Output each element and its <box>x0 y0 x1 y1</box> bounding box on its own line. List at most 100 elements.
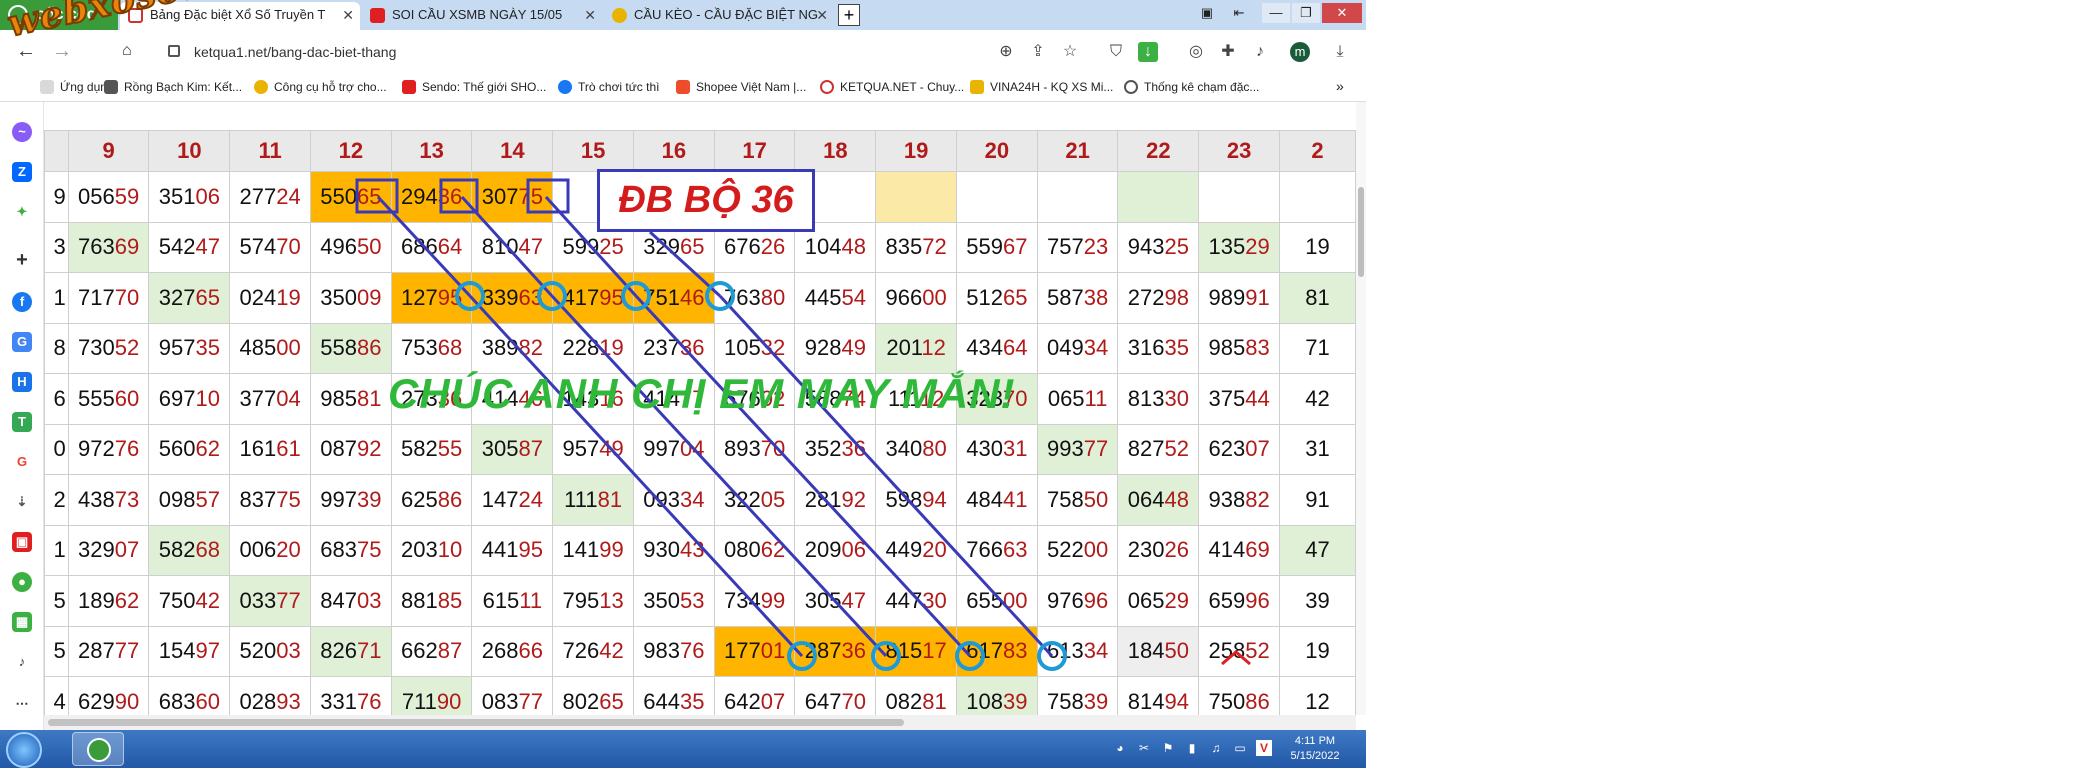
prize-tail-digits: 24 <box>276 183 301 209</box>
extension-coccoc-icon[interactable]: ◎ <box>1186 42 1206 62</box>
prize-cell: 72642 <box>552 625 634 677</box>
prize-tail-digits: 36 <box>841 436 866 462</box>
prize-head-digits: 417 <box>562 284 600 310</box>
forward-arrow-icon[interactable]: → <box>52 40 72 63</box>
taskbar-coccoc-app[interactable] <box>72 732 124 766</box>
bookmark-item[interactable]: Rồng Bạch Kim: Kết... <box>104 80 242 94</box>
tray-tools-icon[interactable]: ✂ <box>1136 740 1152 756</box>
header-cell: 18 <box>794 130 877 172</box>
vertical-scrollbar[interactable] <box>1356 102 1366 715</box>
tray-volume-icon[interactable]: ♫ <box>1208 740 1224 756</box>
bookmark-item[interactable]: VINA24H - KQ XS Mi... <box>970 80 1113 94</box>
close-tab-icon[interactable]: ✕ <box>816 2 828 28</box>
horizontal-scrollbar[interactable] <box>44 715 1356 730</box>
prize-head-digits: 683 <box>320 537 357 563</box>
tray-globe-icon[interactable]: ◕ <box>1112 740 1128 756</box>
more-bookmarks-icon[interactable]: » <box>1336 78 1344 94</box>
restore-icon[interactable]: ❐ <box>1292 3 1320 23</box>
screenshot-icon[interactable]: ▣ <box>1196 3 1218 23</box>
prize-head-digits: 795 <box>562 587 600 613</box>
download-manager-icon[interactable]: ↓ <box>1138 42 1158 62</box>
prize-tail-digits: 62 <box>114 587 140 613</box>
extensions-puzzle-icon[interactable]: ✚ <box>1218 42 1238 62</box>
system-clock[interactable]: 4:11 PM 5/15/2022 <box>1285 734 1345 764</box>
bookmark-star-icon[interactable]: ☆ <box>1060 42 1080 62</box>
prize-head-digits: 438 <box>78 486 115 512</box>
bookmark-item[interactable]: Trò chơi tức thì <box>558 80 659 94</box>
bookmark-item[interactable]: Ứng dụng <box>40 80 114 94</box>
prize-head-digits: 434 <box>966 335 1003 361</box>
prize-cell: 79513 <box>552 575 634 627</box>
prize-tail-digits: 04 <box>276 385 301 411</box>
row-edge-cell: 0 <box>44 423 69 475</box>
tray-flag-icon[interactable]: ⚑ <box>1160 740 1176 756</box>
prize-head-digits: 141 <box>562 537 600 563</box>
row-edge-cell: 1 <box>44 272 69 324</box>
new-tab-button[interactable]: + <box>838 4 860 26</box>
prize-head-digits: 277 <box>239 183 277 209</box>
bookmark-item[interactable]: Công cụ hỗ trợ cho... <box>254 80 387 94</box>
close-window-icon[interactable]: ✕ <box>1322 3 1362 23</box>
map-pin-icon[interactable]: ● <box>12 572 32 592</box>
prize-head-digits: 201 <box>886 335 922 361</box>
shopping-icon[interactable]: ▣ <box>12 532 32 552</box>
bookmark-item[interactable]: Thống kê chạm đặc... <box>1124 80 1259 94</box>
bookmark-item[interactable]: Sendo: Thế giới SHO... <box>402 80 546 94</box>
prize-head-digits: 753 <box>401 335 438 361</box>
t-app-icon[interactable]: T <box>12 412 32 432</box>
prize-head-digits: 331 <box>320 688 357 714</box>
more-icon[interactable]: ⋯ <box>12 694 32 714</box>
prize-cell: 20112 <box>875 322 957 374</box>
prize-tail-digits: 01 <box>760 638 786 664</box>
home-icon[interactable]: ⌂ <box>122 42 132 60</box>
prize-cell: 75368 <box>390 322 473 374</box>
facebook-icon[interactable]: f <box>12 292 32 312</box>
messenger-icon[interactable]: ~ <box>12 122 32 142</box>
profile-avatar[interactable]: m <box>1290 42 1310 62</box>
prize-tail-digits: 03 <box>276 638 301 664</box>
prize-cell: 44554 <box>794 272 877 324</box>
scrollbar-thumb[interactable] <box>48 719 904 726</box>
bookmark-item[interactable]: Shopee Việt Nam |... <box>676 80 806 94</box>
share-icon[interactable]: ⇪ <box>1028 42 1048 62</box>
prize-head-digits: 647 <box>804 688 842 714</box>
downloads-icon[interactable]: ⤓ <box>1330 42 1350 62</box>
h-app-icon[interactable]: H <box>12 372 32 392</box>
tab-soi-cau[interactable]: SOI CẦU XSMB NGÀY 15/05 ✕ <box>362 2 602 30</box>
prize-tail-digits: 29 <box>1245 234 1270 260</box>
back-window-icon[interactable]: ⇤ <box>1228 3 1250 23</box>
sheet-icon[interactable]: ▦ <box>12 612 32 632</box>
gamepad-icon[interactable]: ✦ <box>12 202 32 222</box>
prize-tail-digits: 50 <box>1083 486 1109 512</box>
prize-tail-digits: 36 <box>679 335 705 361</box>
prize-cell: 23026 <box>1117 524 1200 576</box>
close-tab-icon[interactable]: ✕ <box>342 2 354 28</box>
prize-cell: 64770 <box>794 676 877 715</box>
translate-icon[interactable]: G <box>12 332 32 352</box>
start-button[interactable] <box>6 732 42 768</box>
prize-tail-digits: 92 <box>841 486 866 512</box>
prize-cell: 10532 <box>713 322 796 374</box>
tab-cau-keo[interactable]: CẦU KÈO - CẦU ĐẶC BIỆT NG ✕ <box>604 2 834 30</box>
prize-tail-digits: 70 <box>114 284 140 310</box>
scrollbar-thumb[interactable] <box>1358 187 1364 277</box>
adblock-icon[interactable]: ⛉ <box>1106 42 1126 62</box>
zoom-icon[interactable]: ⊕ <box>996 42 1016 62</box>
tray-device-icon[interactable]: ▭ <box>1232 740 1248 756</box>
prize-cell: 75850 <box>1036 474 1119 526</box>
close-tab-icon[interactable]: ✕ <box>584 2 596 28</box>
minimize-icon[interactable]: — <box>1262 3 1290 23</box>
url-bar[interactable]: ketqua1.net/bang-dac-biet-thang <box>150 36 1050 68</box>
zalo-icon[interactable]: Z <box>12 162 32 182</box>
tray-network-icon[interactable]: ▮ <box>1184 740 1200 756</box>
download-rail-icon[interactable]: ⇣ <box>12 492 32 512</box>
bookmark-item[interactable]: KETQUA.NET - Chuy... <box>820 80 964 94</box>
tray-v-icon[interactable]: V <box>1256 740 1272 756</box>
add-sidebar-icon[interactable]: + <box>12 250 32 270</box>
prize-tail-digits: 31 <box>1002 436 1028 462</box>
google-icon[interactable]: G <box>12 452 32 472</box>
prize-head-digits: 662 <box>401 638 438 664</box>
media-control-icon[interactable]: ♪ <box>1250 42 1270 62</box>
bell-icon[interactable]: ♪ <box>12 652 32 672</box>
prize-head-digits: 352 <box>804 436 842 462</box>
